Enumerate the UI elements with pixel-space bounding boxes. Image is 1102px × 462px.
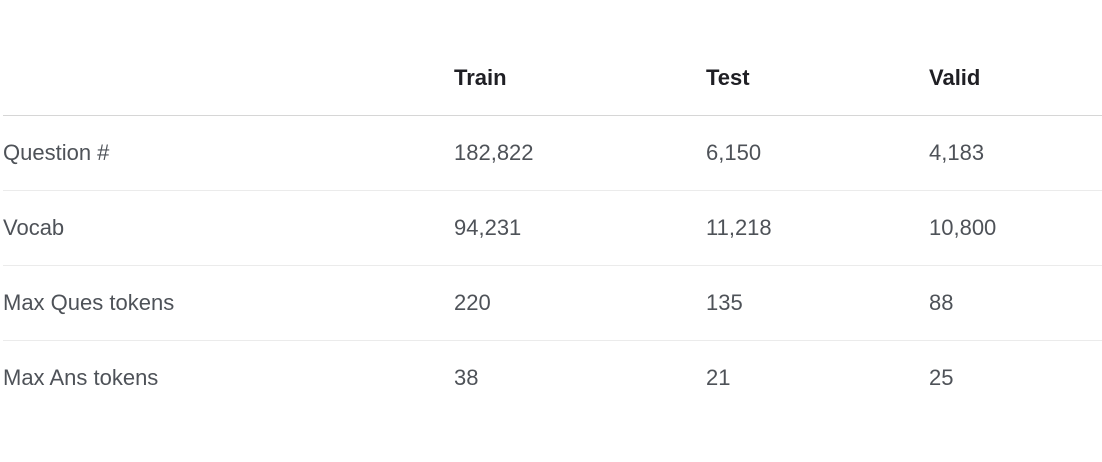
header-cell-valid: Valid (929, 41, 1102, 116)
cell-train: 94,231 (454, 190, 706, 266)
header-cell-test: Test (706, 41, 929, 116)
table-row: Question # 182,822 6,150 4,183 (3, 115, 1102, 191)
table-header-row: Train Test Valid (3, 41, 1102, 116)
cell-valid: 4,183 (929, 115, 1102, 191)
cell-train: 182,822 (454, 115, 706, 191)
cell-valid: 10,800 (929, 190, 1102, 266)
row-label: Vocab (3, 190, 454, 266)
cell-test: 21 (706, 365, 731, 390)
cell-valid: 25 (929, 365, 954, 390)
row-label: Max Ans tokens (3, 365, 159, 390)
row-label: Max Ques tokens (3, 265, 454, 341)
cell-test: 6,150 (706, 115, 929, 191)
cell-test: 11,218 (706, 190, 929, 266)
cell-valid: 88 (929, 265, 1102, 341)
header-cell-train: Train (454, 41, 706, 116)
cell-test: 135 (706, 265, 929, 341)
cell-train: 220 (454, 265, 706, 341)
dataset-stats-table: Train Test Valid Question # 182,822 6,15… (3, 41, 1102, 415)
table-row: Vocab 94,231 11,218 10,800 (3, 190, 1102, 266)
table-row: Max Ans tokens 38 21 25 (3, 341, 1102, 416)
header-cell-row-label (3, 41, 454, 116)
row-label: Question # (3, 115, 454, 191)
table-row: Max Ques tokens 220 135 88 (3, 265, 1102, 341)
cell-train: 38 (454, 365, 479, 390)
